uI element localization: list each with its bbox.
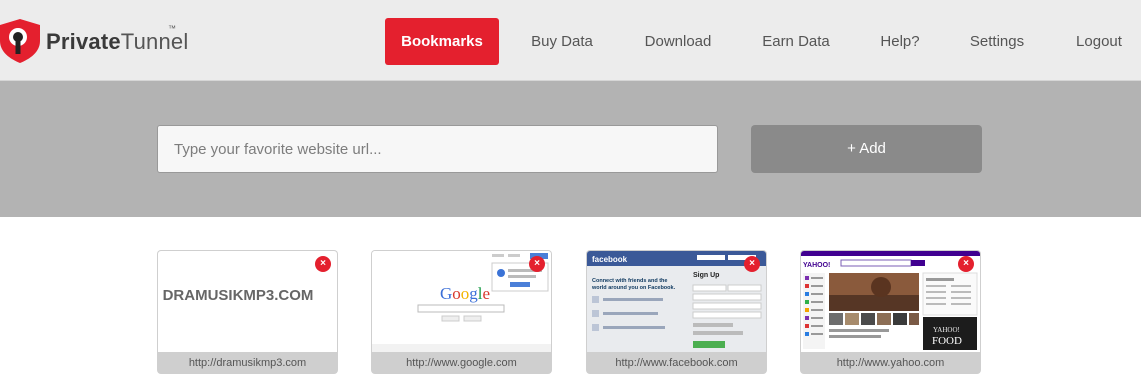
- bookmark-thumbnail[interactable]: DRAMUSIKMP3.COM: [158, 251, 337, 352]
- bookmark-url: http://www.facebook.com: [615, 357, 738, 369]
- top-header: PrivateTunnel ™ Bookmarks Buy Data Downl…: [0, 0, 1141, 81]
- bookmark-thumbnail[interactable]: Google: [372, 251, 551, 352]
- nav-settings[interactable]: Settings: [962, 18, 1032, 65]
- website-url-input[interactable]: [157, 125, 718, 173]
- bookmark-card-facebook[interactable]: facebook Connect with friends and the wo…: [586, 250, 767, 374]
- bookmark-card-yahoo[interactable]: YAHOO! YAHOO! FOOD × http://www.yahoo.co…: [800, 250, 981, 374]
- add-button[interactable]: + Add: [751, 125, 982, 173]
- add-bookmark-bar: + Add: [0, 81, 1141, 217]
- svg-text:Sign Up: Sign Up: [693, 272, 719, 279]
- remove-bookmark-close-icon[interactable]: ×: [315, 256, 331, 272]
- google-page-preview: Google: [372, 251, 551, 352]
- nav-logout[interactable]: Logout: [1068, 18, 1130, 65]
- nav-bookmarks[interactable]: Bookmarks: [385, 18, 499, 65]
- facebook-page-preview: facebook Connect with friends and the wo…: [587, 251, 766, 352]
- remove-bookmark-close-icon[interactable]: ×: [744, 256, 760, 272]
- remove-bookmark-close-icon[interactable]: ×: [529, 256, 545, 272]
- svg-text:world around you on Facebook.: world around you on Facebook.: [591, 285, 676, 291]
- svg-text:Connect with friends and the: Connect with friends and the: [592, 278, 667, 284]
- private-tunnel-logo[interactable]: PrivateTunnel ™: [0, 19, 200, 63]
- thumbnail-site-title: DRAMUSIKMP3.COM: [162, 287, 314, 304]
- nav-buy-data[interactable]: Buy Data: [522, 18, 602, 65]
- bookmark-url: http://dramusikmp3.com: [188, 357, 307, 369]
- bookmark-thumbnail[interactable]: YAHOO! YAHOO! FOOD: [801, 251, 980, 352]
- svg-text:FOOD: FOOD: [932, 335, 962, 347]
- svg-text:Google: Google: [440, 284, 490, 303]
- nav-earn-data[interactable]: Earn Data: [755, 18, 837, 65]
- brand-name-tunnel: Tunnel: [120, 29, 189, 54]
- yahoo-page-preview: YAHOO! YAHOO! FOOD: [801, 251, 980, 352]
- keyhole-shield-icon: [0, 19, 40, 63]
- svg-text:facebook: facebook: [592, 255, 628, 264]
- bookmark-card-dramusikmp3[interactable]: DRAMUSIKMP3.COM × http://dramusikmp3.com: [157, 250, 338, 374]
- bookmark-url: http://www.yahoo.com: [836, 357, 945, 369]
- svg-text:YAHOO!: YAHOO!: [933, 326, 960, 334]
- bookmark-url: http://www.google.com: [406, 357, 517, 369]
- nav-help[interactable]: Help?: [873, 18, 927, 65]
- svg-text:YAHOO!: YAHOO!: [803, 262, 830, 269]
- bookmark-card-google[interactable]: Google × http://www.google.com: [371, 250, 552, 374]
- brand-name-private: Private: [46, 29, 121, 54]
- bookmark-thumbnail[interactable]: facebook Connect with friends and the wo…: [587, 251, 766, 352]
- remove-bookmark-close-icon[interactable]: ×: [958, 256, 974, 272]
- trademark-mark: ™: [168, 24, 176, 33]
- nav-download[interactable]: Download: [636, 18, 720, 65]
